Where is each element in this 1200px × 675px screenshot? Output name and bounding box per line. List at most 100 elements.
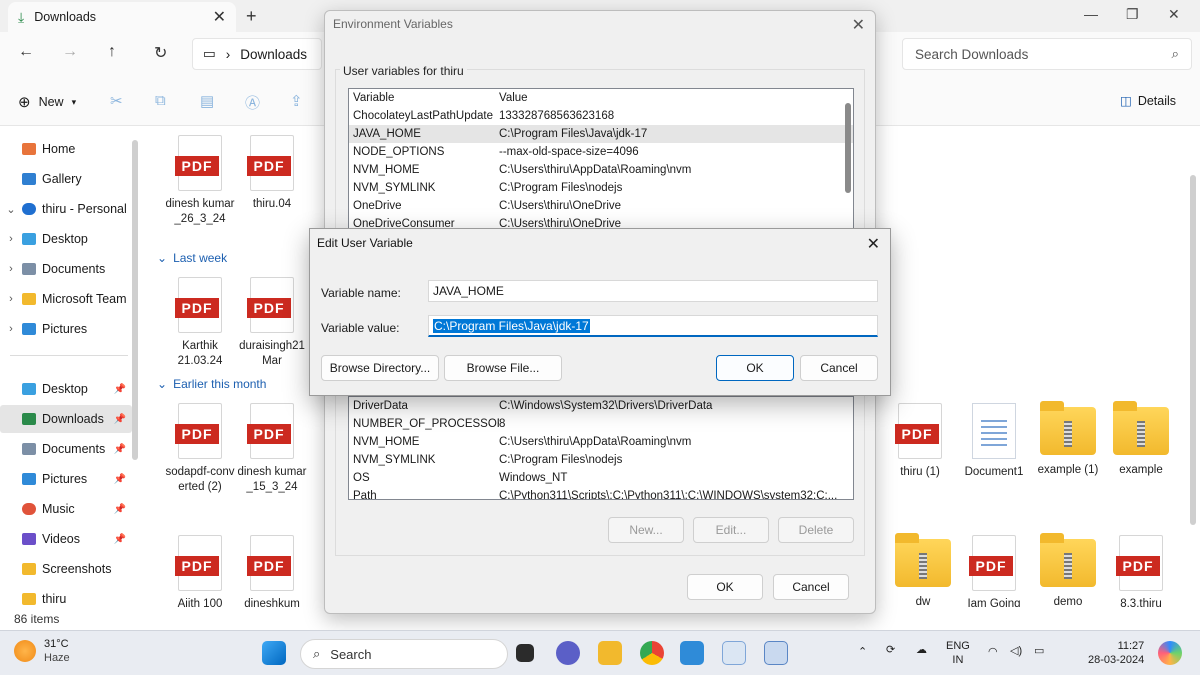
copilot-icon[interactable]	[1158, 641, 1182, 665]
file-item[interactable]: demo	[1033, 533, 1103, 610]
share-icon[interactable]: ⇪	[290, 92, 303, 110]
file-item[interactable]: Document1	[959, 403, 1029, 480]
variable-name-field[interactable]: JAVA_HOME	[428, 280, 878, 302]
file-item[interactable]: PDF dinesh kumar _15_3_24	[237, 403, 307, 495]
refresh-icon[interactable]: ↻	[154, 43, 167, 63]
sidebar-item-desktop[interactable]: Desktop 📌	[0, 375, 132, 403]
sidebar-item-home[interactable]: Home	[0, 135, 132, 163]
group-header-last-week[interactable]: ⌄ Last week	[157, 251, 227, 265]
chrome-icon[interactable]	[640, 641, 664, 665]
table-row[interactable]: ChocolateyLastPathUpdate 1333287685636231…	[349, 107, 853, 125]
sidebar-item-documents[interactable]: Documents 📌	[0, 435, 132, 463]
ok-button[interactable]: OK	[716, 355, 794, 381]
column-header-value[interactable]: Value	[499, 92, 853, 104]
table-row[interactable]: OS Windows_NT	[349, 469, 853, 487]
sidebar-item-videos[interactable]: Videos 📌	[0, 525, 132, 553]
file-item[interactable]: PDF Karthik 21.03.24	[165, 277, 235, 369]
address-field[interactable]: ▭ › Downloads	[192, 38, 322, 70]
cut-icon[interactable]: ✂	[110, 92, 123, 110]
rename-icon[interactable]: Ⓐ	[245, 92, 260, 113]
system-variables-list[interactable]: DriverData C:\Windows\System32\Drivers\Dr…	[348, 396, 854, 500]
close-window-icon[interactable]: ✕	[1168, 6, 1180, 23]
vscode-icon[interactable]	[680, 641, 704, 665]
copy-icon[interactable]: ⧉	[155, 92, 166, 109]
table-row[interactable]: OneDrive C:\Users\thiru\OneDrive	[349, 197, 853, 215]
sidebar-item-od-desktop[interactable]: › Desktop	[0, 225, 132, 253]
file-item[interactable]: PDF sodapdf-converted (2)	[165, 403, 235, 495]
browse-file-button[interactable]: Browse File...	[444, 355, 562, 381]
close-icon[interactable]: ✕	[852, 15, 865, 35]
maximize-icon[interactable]: ❐	[1126, 6, 1139, 23]
sidebar-item-pictures[interactable]: Pictures 📌	[0, 465, 132, 493]
group-header-earlier-this-month[interactable]: ⌄ Earlier this month	[157, 377, 266, 391]
list-scrollbar[interactable]	[845, 103, 851, 193]
table-row[interactable]: NODE_OPTIONS --max-old-space-size=4096	[349, 143, 853, 161]
minimize-icon[interactable]: —	[1084, 6, 1098, 22]
control-panel-icon[interactable]	[722, 641, 746, 665]
file-item[interactable]: PDF 8.3.thiru	[1106, 535, 1176, 612]
system-properties-icon[interactable]	[764, 641, 788, 665]
back-icon[interactable]: ←	[18, 43, 34, 61]
sidebar-item-od-teams[interactable]: › Microsoft Team	[0, 285, 132, 313]
variable-value-field[interactable]: C:\Program Files\Java\jdk-17	[428, 315, 878, 337]
start-windows-icon[interactable]	[262, 641, 286, 665]
system-new-button[interactable]: New...	[608, 517, 684, 543]
file-explorer-icon[interactable]	[598, 641, 622, 665]
tab-downloads[interactable]: ⤓ Downloads ✕	[8, 2, 236, 32]
table-row[interactable]: NVM_HOME C:\Users\thiru\AppData\Roaming\n…	[349, 161, 853, 179]
file-item[interactable]: PDF Ajith 100	[165, 535, 235, 612]
file-item[interactable]: PDF dinesh kumar _26_3_24	[165, 135, 235, 227]
close-tab-icon[interactable]: ✕	[213, 7, 226, 27]
ok-button[interactable]: OK	[687, 574, 763, 600]
file-item[interactable]: PDF duraisingh21Mar	[237, 277, 307, 369]
user-variables-list[interactable]: Variable Value ChocolateyLastPathUpdate 13…	[348, 88, 854, 233]
wifi-icon[interactable]: ◠	[988, 645, 998, 659]
chevron-right-icon[interactable]: ›	[0, 293, 22, 305]
new-tab-button[interactable]: +	[246, 6, 257, 27]
chevron-up-icon[interactable]: ⌃	[858, 645, 867, 659]
content-scrollbar[interactable]	[1190, 175, 1196, 525]
table-row[interactable]: Path C:\Python311\Scripts\;C:\Python311\;…	[349, 487, 853, 499]
file-item[interactable]: PDF thiru (1)	[885, 403, 955, 480]
battery-icon[interactable]: ▭	[1034, 644, 1044, 658]
table-row[interactable]: NVM_SYMLINK C:\Program Files\nodejs	[349, 451, 853, 469]
browse-directory-button[interactable]: Browse Directory...	[321, 355, 439, 381]
sidebar-item-screenshots[interactable]: Screenshots	[0, 555, 132, 583]
taskbar-search[interactable]: ⌕ Search	[300, 639, 508, 669]
table-row[interactable]: NVM_HOME C:\Users\thiru\AppData\Roaming\n…	[349, 433, 853, 451]
chevron-right-icon[interactable]: ›	[0, 263, 22, 275]
sidebar-item-od-documents[interactable]: › Documents	[0, 255, 132, 283]
file-item[interactable]: PDF Iam Going	[959, 535, 1029, 612]
language-indicator[interactable]: ENG IN	[946, 639, 970, 667]
system-delete-button[interactable]: Delete	[778, 517, 854, 543]
table-row[interactable]: NUMBER_OF_PROCESSORS 8	[349, 415, 853, 433]
chevron-right-icon[interactable]: ›	[0, 323, 22, 335]
sidebar-item-music[interactable]: Music 📌	[0, 495, 132, 523]
file-item[interactable]: dw	[888, 533, 958, 610]
cancel-button[interactable]: Cancel	[773, 574, 849, 600]
task-view-icon[interactable]	[516, 644, 534, 662]
breadcrumb[interactable]: Downloads	[240, 47, 307, 62]
up-icon[interactable]: ↑	[108, 43, 116, 61]
file-item[interactable]: PDF dineshkum	[237, 535, 307, 612]
file-item[interactable]: PDF thiru.04	[237, 135, 307, 212]
volume-icon[interactable]: ◁)	[1010, 644, 1022, 658]
system-edit-button[interactable]: Edit...	[693, 517, 769, 543]
clock[interactable]: 11:27 28-03-2024	[1088, 639, 1144, 667]
search-input[interactable]: Search Downloads ⌕	[902, 38, 1192, 70]
table-row[interactable]: JAVA_HOME C:\Program Files\Java\jdk-17	[349, 125, 853, 143]
file-item[interactable]: example (1)	[1033, 401, 1103, 478]
column-header-variable[interactable]: Variable	[349, 92, 499, 104]
new-button[interactable]: ⊕ New ▾	[18, 93, 76, 111]
cancel-button[interactable]: Cancel	[800, 355, 878, 381]
chevron-down-icon[interactable]: ⌄	[0, 203, 22, 216]
teams-chat-icon[interactable]	[556, 641, 580, 665]
sidebar-item-onedrive[interactable]: ⌄ thiru - Personal	[0, 195, 132, 223]
close-icon[interactable]: ✕	[867, 234, 880, 254]
table-row[interactable]: NVM_SYMLINK C:\Program Files\nodejs	[349, 179, 853, 197]
sidebar-item-downloads[interactable]: Downloads 📌	[0, 405, 132, 433]
onedrive-icon[interactable]: ☁	[916, 643, 927, 657]
file-item[interactable]: example	[1106, 401, 1176, 478]
sync-icon[interactable]: ⟳	[886, 643, 895, 657]
sidebar-item-gallery[interactable]: Gallery	[0, 165, 132, 193]
